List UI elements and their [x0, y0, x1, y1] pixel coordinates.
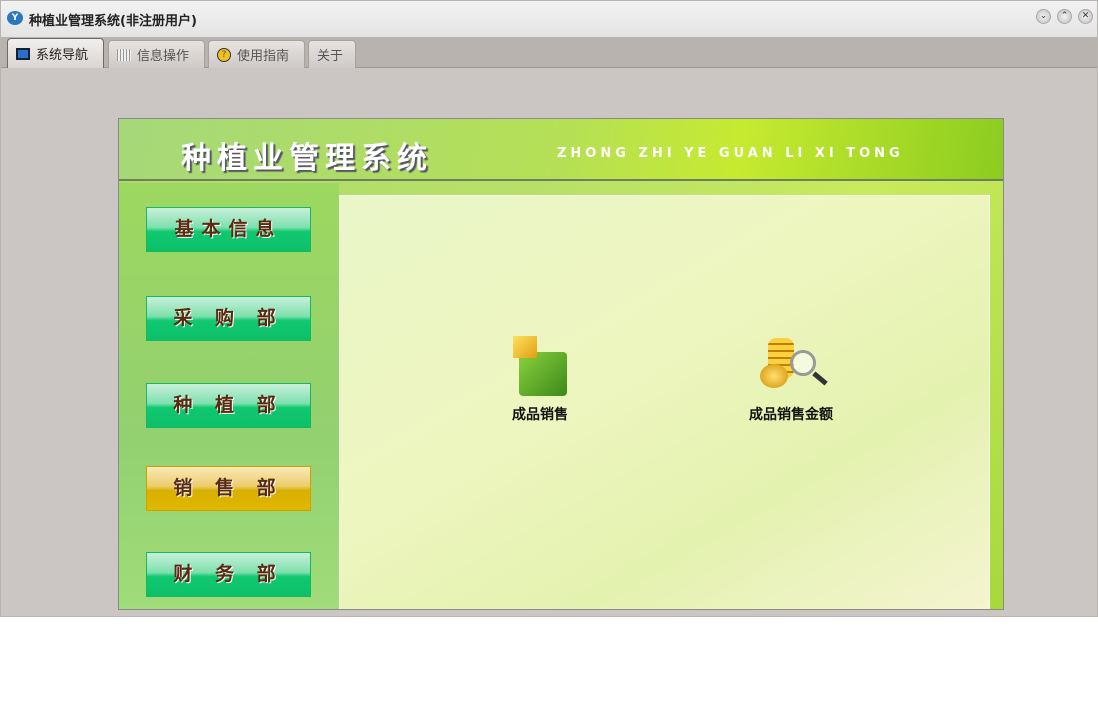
tab-label: 系统导航: [36, 48, 89, 63]
help-icon: ?: [217, 47, 231, 62]
close-button[interactable]: ✕: [1078, 9, 1093, 24]
coins-magnifier-icon: [756, 334, 828, 398]
tab-guide[interactable]: ? 使用指南: [208, 40, 305, 68]
nav-sales[interactable]: 销 售 部: [146, 466, 311, 511]
title-bar: Y 种植业管理系统(非注册用户) ⌄ ⌃ ✕: [1, 1, 1097, 37]
product-sales-amount-item[interactable]: 成品销售金额: [736, 334, 846, 424]
product-sales-item[interactable]: 成品销售: [500, 334, 580, 424]
system-pinyin: ZHONG ZHI YE GUAN LI XI TONG: [557, 146, 904, 161]
maximize-button[interactable]: ⌃: [1057, 9, 1072, 24]
main-panel: 种植业管理系统 ZHONG ZHI YE GUAN LI XI TONG 基本信…: [118, 118, 1004, 610]
item-label: 成品销售: [512, 407, 568, 423]
sidebar: 基本信息 采 购 部 种 植 部 销 售 部 财 务 部: [119, 183, 339, 609]
tab-system-nav[interactable]: 系统导航: [7, 38, 104, 68]
window-title: 种植业管理系统(非注册用户): [29, 14, 197, 29]
nav-finance[interactable]: 财 务 部: [146, 552, 311, 597]
monitor-icon: [16, 47, 30, 60]
banner: 种植业管理系统 ZHONG ZHI YE GUAN LI XI TONG: [119, 119, 1003, 181]
tab-about[interactable]: 关于: [308, 40, 356, 68]
nav-basic-info[interactable]: 基本信息: [146, 207, 311, 252]
tab-label: 信息操作: [137, 49, 190, 64]
green-box-icon: [505, 334, 575, 398]
nav-planting[interactable]: 种 植 部: [146, 383, 311, 428]
content-area: 成品销售 成品销售金额: [339, 195, 990, 609]
nav-purchasing[interactable]: 采 购 部: [146, 296, 311, 341]
minimize-button[interactable]: ⌄: [1036, 9, 1051, 24]
tab-label: 关于: [317, 49, 344, 64]
app-logo-icon: Y: [7, 11, 23, 25]
app-window: Y 种植业管理系统(非注册用户) ⌄ ⌃ ✕ 系统导航 信息操作 ? 使用指南 …: [0, 0, 1098, 617]
item-label: 成品销售金额: [749, 407, 833, 423]
system-title: 种植业管理系统: [181, 141, 433, 176]
tab-label: 使用指南: [237, 49, 290, 64]
tab-bar: 系统导航 信息操作 ? 使用指南 关于: [1, 37, 1097, 68]
grid-icon: [117, 48, 131, 61]
tab-info-ops[interactable]: 信息操作: [108, 40, 205, 68]
